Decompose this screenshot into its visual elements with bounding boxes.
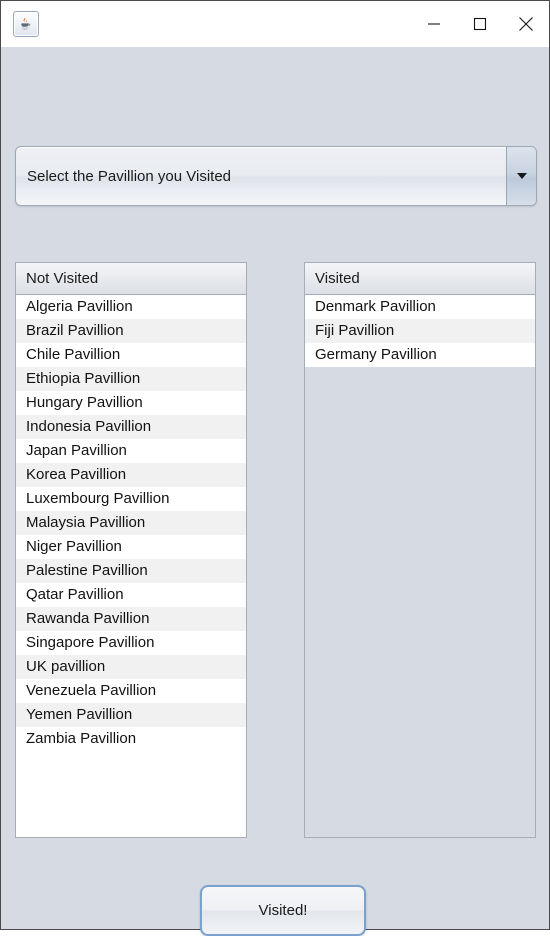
not-visited-list-item[interactable]: Korea Pavillion (16, 463, 246, 487)
not-visited-items: Algeria Pavillion Brazil Pavillion Chile P… (16, 295, 246, 751)
not-visited-list-item[interactable]: Yemen Pavillion (16, 703, 246, 727)
chevron-down-icon[interactable] (506, 147, 536, 205)
not-visited-list-item[interactable]: Singapore Pavillion (16, 631, 246, 655)
java-coffee-cup-icon[interactable] (13, 11, 39, 37)
visited-items: Denmark Pavillion Fiji Pavillion Germany P… (305, 295, 535, 367)
not-visited-list-item[interactable]: Luxembourg Pavillion (16, 487, 246, 511)
not-visited-list-item[interactable]: Ethiopia Pavillion (16, 367, 246, 391)
chevron-down-glyph (516, 173, 527, 179)
not-visited-list-item[interactable]: Venezuela Pavillion (16, 679, 246, 703)
visited-list[interactable]: Denmark Pavillion Fiji Pavillion Germany P… (305, 295, 535, 837)
minimize-icon[interactable] (411, 1, 457, 47)
not-visited-list-item[interactable]: UK pavillion (16, 655, 246, 679)
not-visited-panel: Not Visited Algeria Pavillion Brazil Pavi… (15, 262, 247, 838)
not-visited-list-item[interactable]: Chile Pavillion (16, 343, 246, 367)
pavillion-select[interactable]: Select the Pavillion you Visited (15, 146, 537, 206)
not-visited-list-item[interactable]: Japan Pavillion (16, 439, 246, 463)
not-visited-header: Not Visited (16, 263, 246, 295)
not-visited-list-item[interactable]: Brazil Pavillion (16, 319, 246, 343)
pavillion-select-value: Select the Pavillion you Visited (27, 167, 232, 185)
visited-list-item[interactable]: Germany Pavillion (305, 343, 535, 367)
not-visited-list-item[interactable]: Qatar Pavillion (16, 583, 246, 607)
not-visited-list-item[interactable]: Hungary Pavillion (16, 391, 246, 415)
visited-panel: Visited Denmark Pavillion Fiji Pavillion G… (304, 262, 536, 838)
maximize-icon[interactable] (457, 1, 503, 47)
not-visited-list-item[interactable]: Indonesia Pavillion (16, 415, 246, 439)
not-visited-list-item[interactable]: Malaysia Pavillion (16, 511, 246, 535)
window-controls (411, 1, 549, 47)
visited-button[interactable]: Visited! (200, 885, 366, 936)
visited-list-item[interactable]: Fiji Pavillion (305, 319, 535, 343)
application-window: Select the Pavillion you Visited Not Vis… (0, 0, 550, 936)
visited-header: Visited (305, 263, 535, 295)
title-bar (1, 1, 549, 47)
not-visited-list[interactable]: Algeria Pavillion Brazil Pavillion Chile P… (16, 295, 246, 837)
not-visited-list-item[interactable]: Palestine Pavillion (16, 559, 246, 583)
close-icon[interactable] (503, 1, 549, 47)
not-visited-list-item[interactable]: Algeria Pavillion (16, 295, 246, 319)
not-visited-list-item[interactable]: Rawanda Pavillion (16, 607, 246, 631)
content-pane: Select the Pavillion you Visited Not Vis… (1, 47, 549, 936)
not-visited-list-item[interactable]: Zambia Pavillion (16, 727, 246, 751)
visited-list-item[interactable]: Denmark Pavillion (305, 295, 535, 319)
not-visited-list-item[interactable]: Niger Pavillion (16, 535, 246, 559)
